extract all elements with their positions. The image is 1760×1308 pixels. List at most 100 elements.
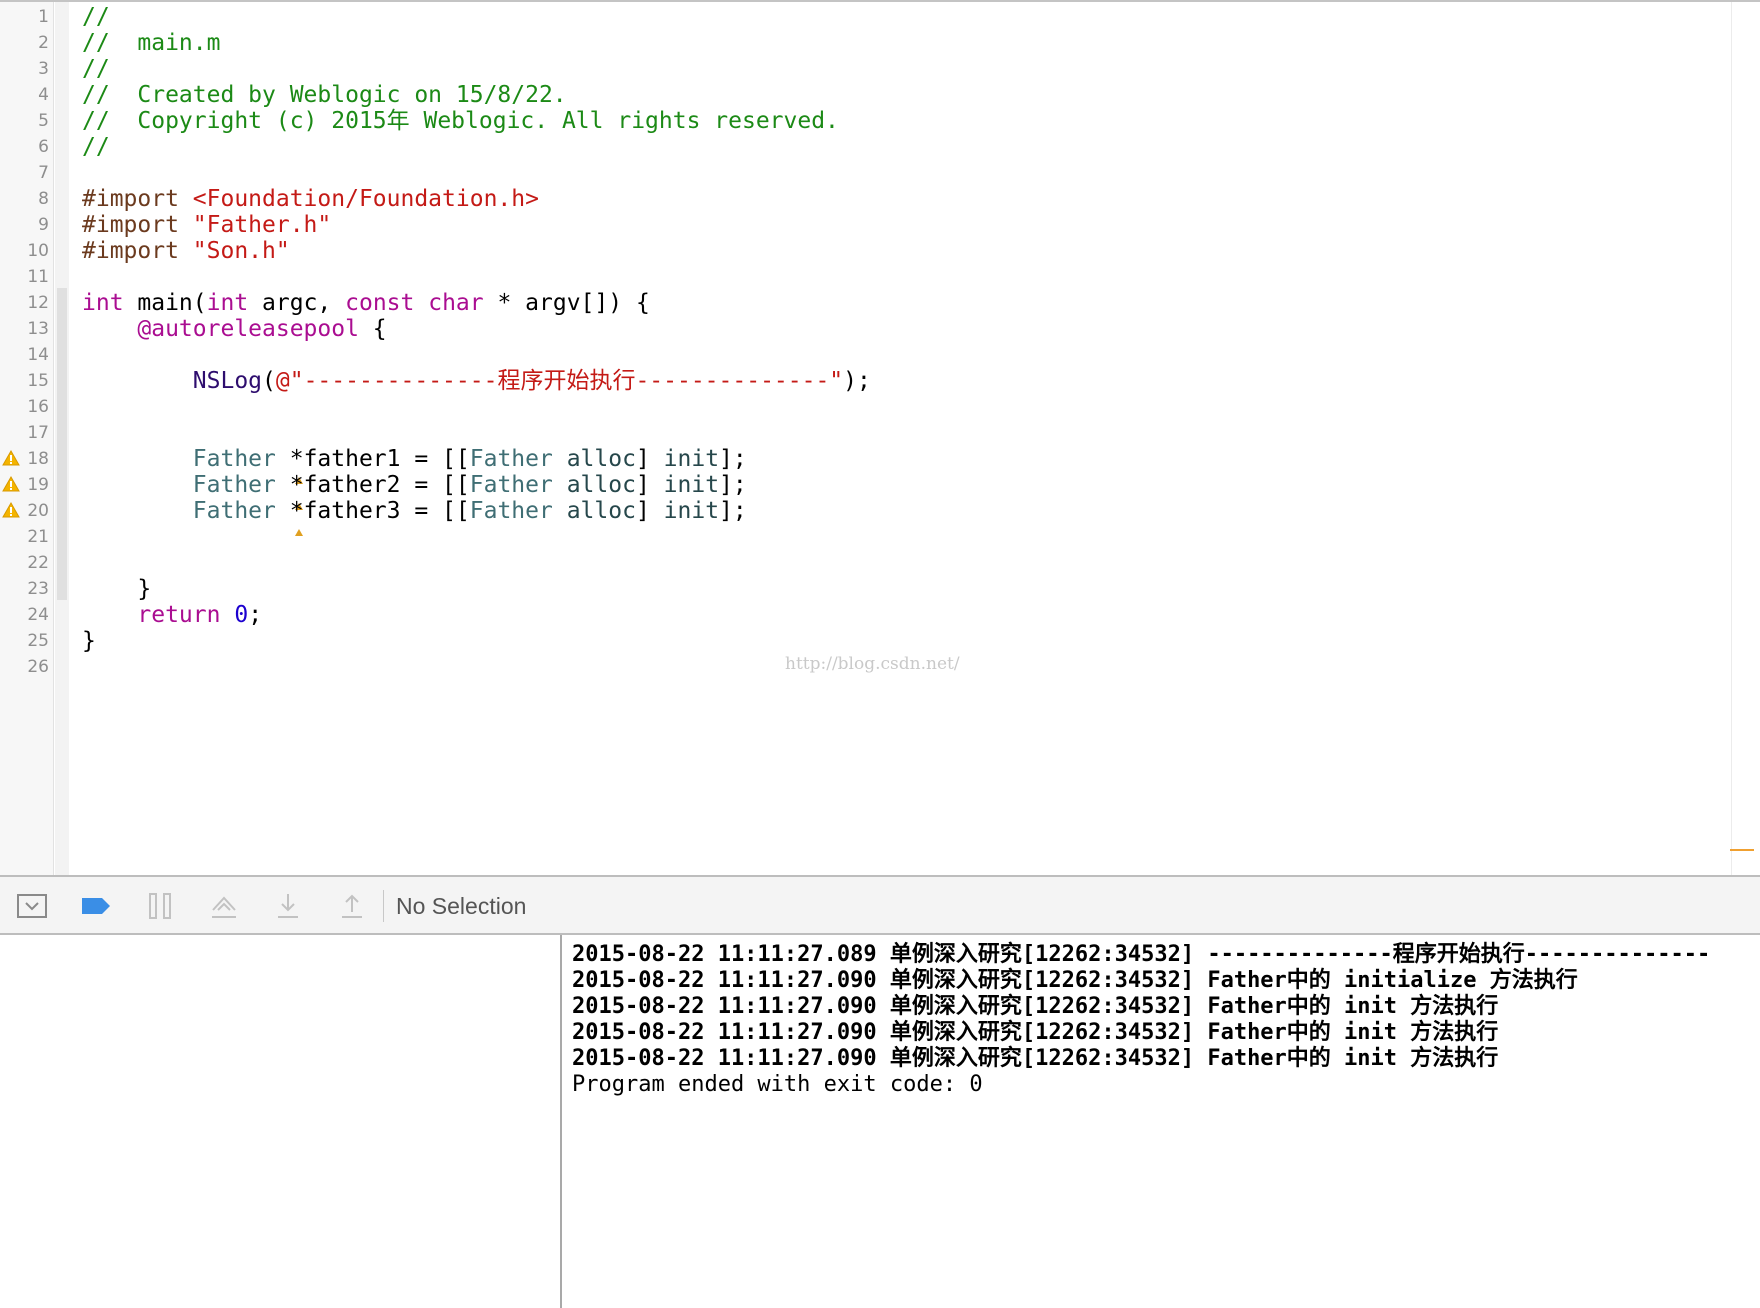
line-number[interactable]: 10 — [0, 238, 49, 264]
warning-icon[interactable] — [2, 476, 20, 492]
code-token: @"--------------程序开始执行--------------" — [275, 368, 844, 394]
console-output[interactable]: 2015-08-22 11:11:27.089 单例深入研究[12262:345… — [562, 935, 1760, 1308]
line-number[interactable]: 6 — [0, 134, 49, 160]
code-text[interactable]: } — [82, 628, 96, 654]
code-text[interactable]: @autoreleasepool { — [82, 316, 387, 342]
code-token: // Copyright (c) 2015年 Weblogic. All rig… — [82, 108, 839, 134]
line-number[interactable]: 26 — [0, 654, 49, 680]
code-line[interactable]: 1 // — [0, 4, 1760, 30]
code-token: @autoreleasepool — [137, 316, 359, 342]
code-line[interactable]: 8 #import <Foundation/Foundation.h> — [0, 186, 1760, 212]
line-number[interactable]: 8 — [0, 186, 49, 212]
code-text[interactable]: #import <Foundation/Foundation.h> — [82, 186, 539, 212]
code-line[interactable]: 14 — [0, 342, 1760, 368]
code-text[interactable]: Father *father3 = [[Father alloc] init]; — [82, 498, 747, 524]
line-number[interactable]: 9 — [0, 212, 49, 238]
step-into-button[interactable] — [268, 889, 308, 923]
code-token: ; — [248, 602, 263, 628]
code-text[interactable]: Father *father2 = [[Father alloc] init]; — [82, 472, 747, 498]
code-line[interactable]: 6 // — [0, 134, 1760, 160]
code-text[interactable]: #import "Father.h" — [82, 212, 331, 238]
step-over-icon — [209, 892, 239, 920]
line-number[interactable]: 2 — [0, 30, 49, 56]
line-number[interactable]: 13 — [0, 316, 49, 342]
code-text[interactable]: // — [82, 134, 110, 160]
code-line[interactable]: 15 NSLog(@"--------------程序开始执行---------… — [0, 368, 1760, 394]
line-number[interactable]: 16 — [0, 394, 49, 420]
warning-icon[interactable] — [2, 450, 20, 466]
line-number[interactable]: 4 — [0, 82, 49, 108]
toolbar-separator — [383, 890, 384, 922]
code-line[interactable]: 3 // — [0, 56, 1760, 82]
console-line-message: Father中的 init 方法执行 — [1207, 994, 1499, 1019]
code-line[interactable]: 12 int main(int argc, const char * argv[]… — [0, 290, 1760, 316]
breakpoints-toggle-button[interactable] — [76, 889, 116, 923]
code-text[interactable]: // — [82, 4, 110, 30]
code-token: { — [358, 316, 387, 342]
code-line[interactable]: 25} — [0, 628, 1760, 654]
console-line: 2015-08-22 11:11:27.090 单例深入研究[12262:345… — [572, 1046, 1760, 1072]
code-token: // main.m — [82, 30, 221, 56]
code-line[interactable]: 23 } — [0, 576, 1760, 602]
line-number[interactable]: 5 — [0, 108, 49, 134]
hide-debug-area-button[interactable] — [12, 889, 52, 923]
warning-icon[interactable] — [2, 502, 20, 518]
line-number[interactable]: 25 — [0, 628, 49, 654]
code-line[interactable]: 11 — [0, 264, 1760, 290]
code-line[interactable]: 22 — [0, 550, 1760, 576]
code-token: "Father.h" — [192, 212, 332, 238]
code-text[interactable]: #import "Son.h" — [82, 238, 290, 264]
code-text[interactable]: // — [82, 56, 110, 82]
code-line[interactable]: 24 return 0; — [0, 602, 1760, 628]
code-line[interactable]: 18 Father *father1 = [[Father alloc] ini… — [0, 446, 1760, 484]
source-editor[interactable]: 1 // 2 // main.m 3 // 4 // Created by Weblogic … — [0, 0, 1760, 875]
pause-button[interactable] — [140, 889, 180, 923]
code-text[interactable]: // Copyright (c) 2015年 Weblogic. All rig… — [82, 108, 839, 134]
line-number[interactable]: 1 — [0, 4, 49, 30]
step-over-button[interactable] — [204, 889, 244, 923]
console-line: 2015-08-22 11:11:27.090 单例深入研究[12262:345… — [572, 994, 1760, 1020]
code-line[interactable]: 19 Father *father2 = [[Father alloc] ini… — [0, 472, 1760, 510]
code-line[interactable]: 9 #import "Father.h" — [0, 212, 1760, 238]
step-out-button[interactable] — [332, 889, 372, 923]
line-number[interactable]: 12 — [0, 290, 49, 316]
line-number[interactable]: 11 — [0, 264, 49, 290]
watermark: http://blog.csdn.net/ — [785, 654, 960, 674]
line-number[interactable]: 3 — [0, 56, 49, 82]
code-line[interactable]: 13 @autoreleasepool { — [0, 316, 1760, 342]
line-number[interactable]: 23 — [0, 576, 49, 602]
breakpoint-icon — [80, 895, 112, 917]
code-token: <Foundation/Foundation.h> — [192, 186, 539, 212]
code-text[interactable]: return 0; — [82, 602, 262, 628]
code-line[interactable]: 20 Father *father3 = [[Father alloc] ini… — [0, 498, 1760, 536]
line-number[interactable]: 7 — [0, 160, 49, 186]
code-text[interactable]: // main.m — [82, 30, 220, 56]
code-text[interactable]: Father *father1 = [[Father alloc] init]; — [82, 446, 747, 472]
code-line[interactable]: 10 #import "Son.h" — [0, 238, 1760, 264]
line-number[interactable]: 15 — [0, 368, 49, 394]
console-line: 2015-08-22 11:11:27.090 单例深入研究[12262:345… — [572, 968, 1760, 994]
code-text[interactable]: int main(int argc, const char * argv[]) … — [82, 290, 650, 316]
code-line[interactable]: 4 // Created by Weblogic on 15/8/22. — [0, 82, 1760, 108]
code-text[interactable]: } — [82, 576, 151, 602]
line-number[interactable]: 21 — [0, 524, 49, 550]
code-text[interactable]: NSLog(@"--------------程序开始执行------------… — [82, 368, 871, 394]
line-number[interactable]: 22 — [0, 550, 49, 576]
code-text[interactable]: // Created by Weblogic on 15/8/22. — [82, 82, 567, 108]
code-line[interactable]: 7 — [0, 160, 1760, 186]
code-line[interactable]: 5 // Copyright (c) 2015年 Weblogic. All ri… — [0, 108, 1760, 134]
line-number[interactable]: 17 — [0, 420, 49, 446]
code-line[interactable]: 16 — [0, 394, 1760, 420]
line-number[interactable]: 14 — [0, 342, 49, 368]
code-line[interactable]: 2 // main.m — [0, 30, 1760, 56]
code-lines[interactable]: 1 // 2 // main.m 3 // 4 // Created by Weblogic … — [0, 2, 1760, 680]
line-number[interactable]: 24 — [0, 602, 49, 628]
console-line-message: Father中的 init 方法执行 — [1207, 1046, 1499, 1071]
code-line[interactable]: 21 — [0, 524, 1760, 550]
code-line[interactable]: 17 — [0, 420, 1760, 446]
code-token: // Created by Weblogic on 15/8/22. — [82, 82, 567, 108]
variables-view[interactable] — [0, 935, 560, 1308]
